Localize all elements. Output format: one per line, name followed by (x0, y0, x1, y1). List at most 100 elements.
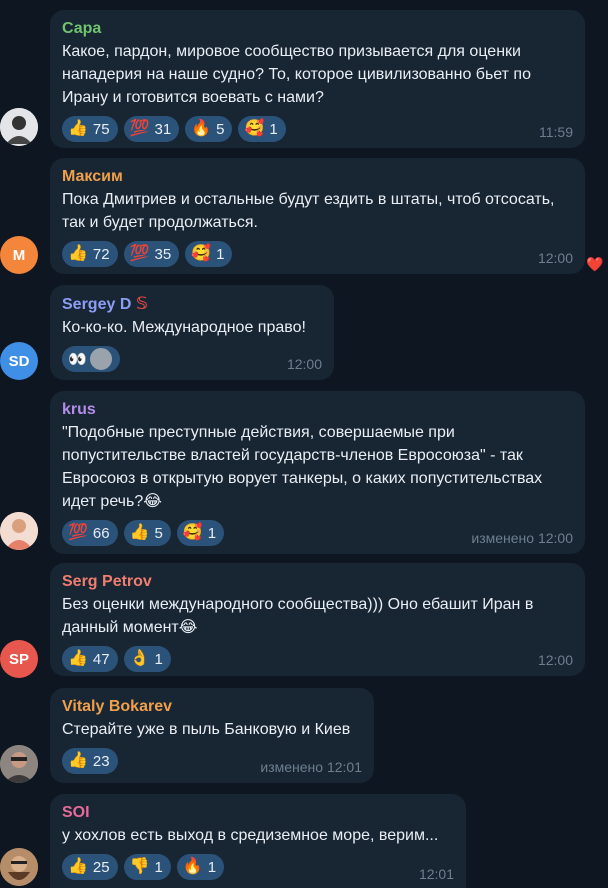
user-photo-icon (0, 848, 38, 886)
message-bubble[interactable]: Максим Пока Дмитриев и остальные будут е… (50, 158, 585, 274)
avatar-initials: SP (8, 650, 29, 668)
reactions-bar: 👍 72 💯 35 🥰 1 (62, 241, 573, 267)
sender-name-text: Sergey D (62, 296, 132, 313)
avatar[interactable] (0, 848, 38, 886)
message-time: 12:00 (537, 250, 573, 266)
reaction-smiling-hearts[interactable]: 🥰 1 (176, 520, 225, 546)
message-bubble[interactable]: krus "Подобные преступные действия, сове… (50, 391, 585, 554)
reaction-thumbs-up[interactable]: 👍 75 (62, 116, 118, 142)
reaction-count: 1 (154, 650, 163, 668)
message-bubble[interactable]: Sergey D 𝕊 Ко-ко-ко. Международное право… (50, 285, 334, 380)
heart-icon[interactable]: ❤️ (586, 256, 603, 273)
hundred-icon: 💯 (129, 245, 150, 262)
reaction-eyes[interactable]: 👀 (62, 346, 120, 372)
reaction-count: 1 (207, 524, 217, 542)
reaction-count: 5 (154, 524, 163, 542)
message-time: 12:00 (537, 652, 573, 668)
avatar[interactable] (0, 745, 38, 783)
hundred-icon: 💯 (129, 120, 150, 137)
premium-badge-icon: 𝕊 (135, 294, 149, 313)
message-bubble[interactable]: Vitaly Bokarev Стерайте уже в пыль Банко… (50, 688, 374, 783)
reaction-fire[interactable]: 🔥 1 (176, 854, 225, 880)
thumbs-up-icon: 👍 (68, 650, 88, 667)
avatar[interactable]: M (0, 236, 38, 274)
thumbs-up-icon: 👍 (68, 858, 88, 875)
fire-icon: 🔥 (182, 858, 203, 875)
reactions-bar: 👍 25 👎 1 🔥 1 (62, 854, 454, 880)
reaction-thumbs-up[interactable]: 👍 23 (62, 748, 118, 774)
sender-name[interactable]: Сара (62, 19, 573, 39)
thumbs-up-icon: 👍 (68, 752, 88, 769)
hundred-icon: 💯 (68, 524, 88, 541)
message-time: изменено 12:00 (471, 530, 573, 546)
reaction-hundred[interactable]: 💯 35 (123, 241, 180, 267)
reaction-count: 72 (92, 245, 110, 263)
message-text: Без оценки международного сообщества))) … (62, 596, 534, 636)
message-time: 12:01 (418, 866, 454, 882)
sender-name[interactable]: Serg Petrov (62, 572, 573, 592)
reaction-count: 47 (92, 650, 110, 668)
reactions-bar: 👍 47 👌 1 (62, 646, 573, 672)
avatar-initials: M (12, 246, 26, 264)
sender-name[interactable]: Vitaly Bokarev (62, 697, 362, 717)
reaction-count: 5 (216, 120, 225, 138)
thumbs-up-icon: 👍 (129, 524, 150, 541)
reaction-smiling-hearts[interactable]: 🥰 1 (238, 116, 286, 142)
reaction-fire[interactable]: 🔥 5 (185, 116, 233, 142)
thumbs-up-icon: 👍 (68, 120, 88, 137)
avatar[interactable]: SP (0, 640, 38, 678)
reaction-ok-hand[interactable]: 👌 1 (123, 646, 171, 672)
smiling-hearts-icon: 🥰 (191, 245, 212, 262)
avatar[interactable]: SD (0, 342, 38, 380)
reaction-thumbs-down[interactable]: 👎 1 (123, 854, 171, 880)
user-photo-icon (0, 745, 38, 783)
message-time: 12:00 (286, 356, 322, 372)
reaction-count: 35 (154, 245, 172, 263)
message-bubble[interactable]: SOI у хохлов есть выход в средиземное мо… (50, 794, 466, 888)
message-text: Какое, пардон, мировое сообщество призыв… (62, 43, 531, 106)
reaction-count: 66 (92, 524, 110, 542)
reaction-count: 1 (216, 245, 225, 263)
reaction-thumbs-up[interactable]: 👍 25 (62, 854, 118, 880)
message-bubble[interactable]: Serg Petrov Без оценки международного со… (50, 563, 585, 676)
ok-hand-icon: 👌 (129, 650, 150, 667)
reaction-thumbs-up[interactable]: 👍 47 (62, 646, 118, 672)
reaction-count: 1 (154, 858, 163, 876)
message-text: Ко-ко-ко. Международное право! (62, 319, 306, 336)
message-bubble[interactable]: Сара Какое, пардон, мировое сообщество п… (50, 10, 585, 148)
reaction-count: 75 (92, 120, 110, 138)
reaction-count: 1 (269, 120, 278, 138)
avatar[interactable] (0, 512, 38, 550)
reaction-count: 31 (154, 120, 172, 138)
sender-name[interactable]: Sergey D 𝕊 (62, 294, 322, 315)
sender-name[interactable]: krus (62, 400, 573, 420)
reaction-hundred[interactable]: 💯 66 (62, 520, 118, 546)
thumbs-up-icon: 👍 (68, 245, 88, 262)
message-time: 11:59 (539, 124, 573, 140)
eyes-icon: 👀 (68, 351, 87, 368)
fire-icon: 🔥 (191, 120, 212, 137)
user-photo-icon (0, 108, 38, 146)
reaction-smiling-hearts[interactable]: 🥰 1 (185, 241, 233, 267)
smiling-hearts-icon: 🥰 (182, 524, 203, 541)
reactions-bar: 👍 75 💯 31 🔥 5 🥰 1 (62, 116, 573, 142)
reactor-avatar (87, 346, 114, 372)
avatar[interactable] (0, 108, 38, 146)
message-text: у хохлов есть выход в средиземное море, … (62, 827, 439, 844)
message-text: Стерайте уже в пыль Банковую и Киев (62, 721, 351, 738)
message-text: Пока Дмитриев и остальные будут ездить в… (62, 191, 555, 231)
smiling-hearts-icon: 🥰 (244, 120, 265, 137)
reaction-count: 23 (92, 752, 110, 770)
reaction-thumbs-up[interactable]: 👍 5 (123, 520, 171, 546)
avatar-initials: SD (8, 352, 30, 370)
message-time: изменено 12:01 (260, 759, 362, 775)
user-photo-icon (0, 512, 38, 550)
sender-name[interactable]: SOI (62, 803, 454, 823)
reaction-count: 25 (92, 858, 110, 876)
thumbs-down-icon: 👎 (129, 858, 150, 875)
reactions-bar: 👀 (62, 346, 322, 372)
message-text: "Подобные преступные действия, совершаем… (62, 424, 543, 510)
reaction-thumbs-up[interactable]: 👍 72 (62, 241, 118, 267)
reaction-hundred[interactable]: 💯 31 (123, 116, 180, 142)
sender-name[interactable]: Максим (62, 167, 573, 187)
